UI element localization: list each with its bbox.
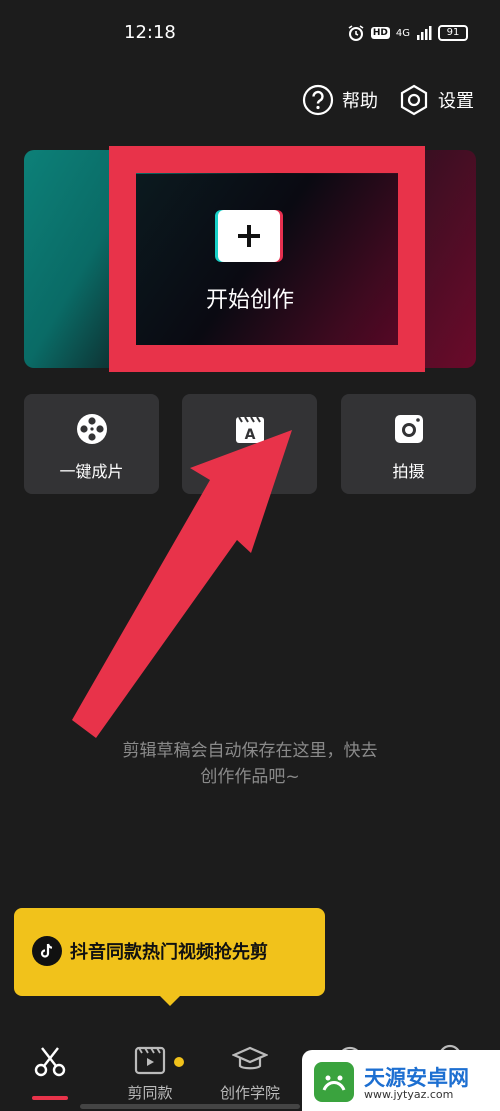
help-label: 帮助 (342, 91, 378, 112)
trending-banner[interactable]: 抖音同款热门视频抢先剪 (14, 908, 325, 1006)
home-indicator (80, 1104, 300, 1109)
tab-edit[interactable] (0, 1034, 100, 1104)
trending-banner-text: 抖音同款热门视频抢先剪 (70, 942, 268, 963)
quick-actions: 一键成片 A 拍摄 (24, 394, 476, 494)
text-template-icon: A (235, 416, 264, 443)
empty-line-2: 创作作品吧~ (200, 767, 300, 787)
tiktok-logo-icon (32, 936, 62, 966)
film-reel-icon (76, 414, 107, 444)
alarm-icon (348, 25, 364, 41)
help-button[interactable]: 帮助 (302, 84, 378, 116)
one-click-video-label: 一键成片 (59, 462, 124, 481)
watermark: 天源安卓网 www.jytyaz.com (302, 1050, 500, 1111)
hd-badge: HD (370, 27, 390, 39)
tab-academy[interactable]: 创作学院 (200, 1034, 300, 1104)
highlight-frame (109, 146, 425, 372)
tab-academy-label: 创作学院 (219, 1084, 280, 1102)
network-label: 4G (395, 27, 410, 39)
watermark-url: www.jytyaz.com (364, 1088, 454, 1101)
one-click-video-tile[interactable]: 一键成片 (24, 394, 159, 494)
scissors-icon (34, 1047, 66, 1077)
active-tab-indicator (32, 1096, 68, 1100)
empty-line-1: 剪辑草稿会自动保存在这里，快去 (122, 741, 378, 761)
empty-drafts-message: 剪辑草稿会自动保存在这里，快去 创作作品吧~ (0, 738, 500, 790)
signal-icon (417, 26, 432, 40)
battery-level: 91 (446, 27, 460, 38)
top-actions: 帮助 设置 (302, 84, 474, 116)
watermark-logo-icon (314, 1062, 354, 1102)
shoot-label: 拍摄 (392, 462, 425, 481)
status-time: 12:18 (124, 22, 176, 43)
graduation-cap-icon (232, 1046, 268, 1070)
status-icons: HD 4G 91 (347, 22, 468, 44)
settings-hexagon-icon (400, 84, 428, 116)
status-bar: 12:18 HD 4G 91 (0, 0, 500, 64)
help-icon (302, 84, 334, 116)
text-video-tile[interactable]: A (182, 394, 317, 494)
settings-label: 设置 (438, 91, 474, 112)
svg-text:A: A (244, 427, 255, 443)
notification-dot (174, 1057, 184, 1067)
template-play-icon (134, 1046, 166, 1075)
shoot-tile[interactable]: 拍摄 (341, 394, 476, 494)
tab-templates[interactable]: 剪同款 (100, 1034, 200, 1104)
camera-icon (394, 415, 423, 443)
tab-templates-label: 剪同款 (127, 1084, 173, 1102)
battery-icon: 91 (438, 25, 468, 41)
settings-button[interactable]: 设置 (398, 84, 474, 116)
